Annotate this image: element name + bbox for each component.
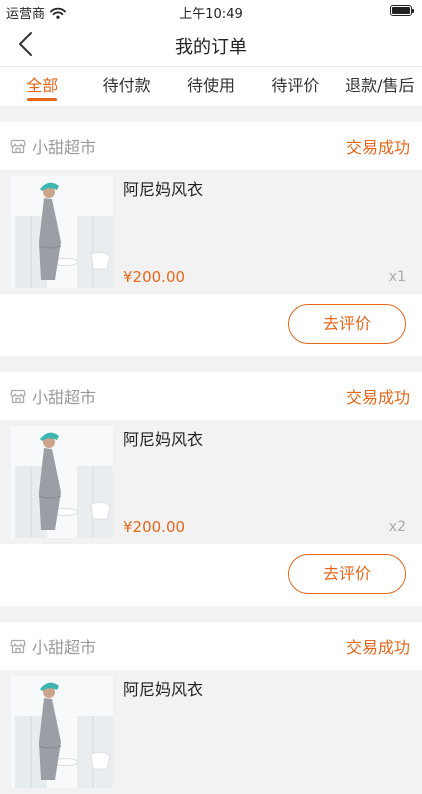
store-icon	[10, 639, 26, 654]
order-status: 交易成功	[345, 388, 410, 407]
shop-info[interactable]: 小甜超市	[10, 134, 96, 158]
chevron-left-icon	[19, 32, 32, 56]
tab-refund-aftersale[interactable]: 退款/售后	[338, 67, 422, 106]
product-name: 阿尼妈风衣	[123, 180, 204, 199]
order-footer: 去评价	[0, 544, 422, 606]
order-header: 小甜超市 交易成功	[0, 372, 422, 420]
shop-info[interactable]: 小甜超市	[10, 384, 96, 408]
battery-icon	[390, 5, 414, 16]
store-icon	[10, 139, 26, 154]
status-bar: 运营商 上午10:49	[0, 0, 422, 22]
status-time: 上午10:49	[179, 7, 243, 22]
review-button[interactable]: 去评价	[288, 554, 406, 594]
order-list: 小甜超市 交易成功 阿尼妈风衣 ¥200.00 x1 去评价 小甜超市 交易成功…	[0, 106, 422, 794]
order-card[interactable]: 小甜超市 交易成功 阿尼妈风衣	[0, 372, 422, 606]
product-row[interactable]: 阿尼妈风衣	[0, 670, 422, 794]
page-title: 我的订单	[175, 37, 247, 58]
review-button[interactable]: 去评价	[288, 304, 406, 344]
product-price: ¥200.00	[123, 268, 186, 286]
order-card[interactable]: 小甜超市 交易成功 阿尼妈风衣	[0, 122, 422, 356]
order-tabs: 全部 待付款 待使用 待评价 退款/售后	[0, 66, 422, 106]
order-header: 小甜超市 交易成功	[0, 622, 422, 670]
store-icon	[10, 389, 26, 404]
product-name: 阿尼妈风衣	[123, 430, 204, 449]
product-quantity: x2	[388, 519, 406, 535]
product-price: ¥200.00	[123, 518, 186, 536]
product-name: 阿尼妈风衣	[123, 680, 204, 699]
nav-bar: 我的订单	[0, 22, 422, 66]
shop-info[interactable]: 小甜超市	[10, 634, 96, 658]
order-status: 交易成功	[345, 638, 410, 657]
product-image	[11, 676, 113, 788]
product-image	[11, 176, 113, 288]
order-card[interactable]: 小甜超市 交易成功 阿尼妈风衣	[0, 622, 422, 794]
product-quantity: x1	[388, 269, 406, 285]
order-header: 小甜超市 交易成功	[0, 122, 422, 170]
shop-name: 小甜超市	[32, 388, 97, 407]
back-button[interactable]	[12, 30, 42, 58]
shop-name: 小甜超市	[32, 638, 97, 657]
order-status: 交易成功	[345, 138, 410, 157]
tab-all[interactable]: 全部	[0, 67, 84, 106]
order-footer: 去评价	[0, 294, 422, 356]
tab-pending-payment[interactable]: 待付款	[84, 67, 168, 106]
shop-name: 小甜超市	[32, 138, 97, 157]
product-row[interactable]: 阿尼妈风衣 ¥200.00 x1	[0, 170, 422, 294]
product-image	[11, 426, 113, 538]
product-row[interactable]: 阿尼妈风衣 ¥200.00 x2	[0, 420, 422, 544]
tab-to-review[interactable]: 待评价	[253, 67, 337, 106]
tab-to-use[interactable]: 待使用	[169, 67, 253, 106]
